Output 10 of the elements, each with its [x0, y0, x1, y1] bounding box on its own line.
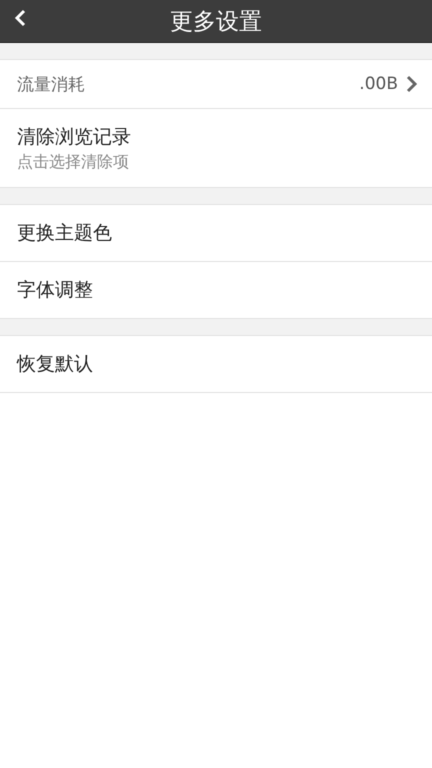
row-label: 更换主题色	[17, 221, 112, 246]
row-label: 恢复默认	[17, 352, 93, 377]
row-subtitle: 点击选择清除项	[17, 152, 130, 172]
back-icon	[14, 9, 26, 27]
page-title: 更多设置	[170, 8, 262, 36]
row-value: .00B	[359, 74, 398, 94]
row-label: 流量消耗	[17, 74, 85, 96]
row-label: 清除浏览记录	[17, 124, 132, 150]
row-label: 字体调整	[17, 278, 93, 303]
chevron-right-icon	[406, 75, 418, 93]
